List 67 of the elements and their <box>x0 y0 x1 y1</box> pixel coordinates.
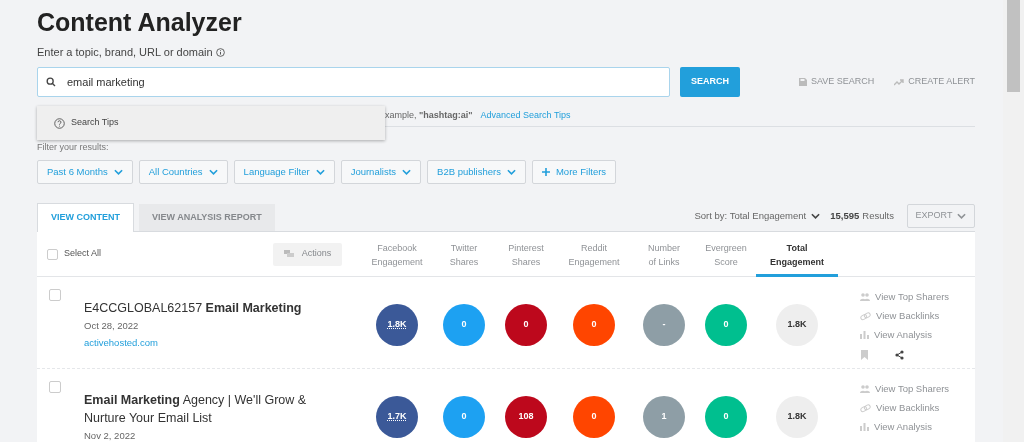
search-label: Enter a topic, brand, URL or domain <box>37 44 213 60</box>
row-checkbox[interactable] <box>49 381 61 393</box>
save-search-button[interactable]: SAVE SEARCH <box>799 75 875 89</box>
filter-dropdown[interactable]: Language Filter <box>233 160 335 184</box>
trend-arrow-icon <box>894 78 905 86</box>
scrollbar[interactable] <box>1003 0 1024 442</box>
column-header[interactable]: Facebook Engagement <box>362 232 432 277</box>
people-icon <box>860 385 870 393</box>
people-icon <box>860 293 870 301</box>
article-date: Nov 2, 2022 <box>84 429 137 442</box>
filter-dropdown[interactable]: All Countries <box>138 160 228 184</box>
row-action-link[interactable]: View Top Sharers <box>860 289 950 305</box>
column-header[interactable]: Twitter Shares <box>432 232 496 277</box>
results-count: 15,595 <box>830 208 860 223</box>
search-tips-item[interactable]: Search Tips <box>37 108 385 138</box>
filter-dropdown[interactable]: Past 6 Months <box>37 160 133 184</box>
chevron-down-icon <box>208 169 218 175</box>
page-title: Content Analyzer <box>37 7 243 37</box>
sort-dropdown[interactable]: Sort by: Total Engagement <box>694 208 821 223</box>
actions-button[interactable]: Actions <box>273 242 342 266</box>
chevron-down-icon <box>113 169 123 175</box>
chevron-down-icon <box>402 169 412 175</box>
article-title[interactable]: Email Marketing Agency | We'll Grow & Nurture Your Email List <box>84 391 314 427</box>
bookmark-icon[interactable] <box>861 350 868 360</box>
bar-chart-icon <box>860 331 869 339</box>
column-header[interactable]: Total Engagement <box>756 232 838 277</box>
tab[interactable]: VIEW CONTENT <box>37 203 134 232</box>
column-header[interactable]: Reddit Engagement <box>556 232 632 277</box>
select-all-checkbox[interactable]: Select All <box>47 247 102 261</box>
search-field[interactable]: email marketing <box>37 67 670 97</box>
create-alert-button[interactable]: CREATE ALERT <box>894 75 975 89</box>
more-filters-button[interactable]: More Filters <box>531 160 617 184</box>
link-icon <box>860 403 871 413</box>
filter-dropdown[interactable]: B2B publishers <box>427 160 526 184</box>
row-action-link[interactable]: View Analysis <box>860 327 950 343</box>
column-header[interactable]: Pinterest Shares <box>496 232 556 277</box>
chevron-down-icon <box>315 169 325 175</box>
article-date: Oct 28, 2022 <box>84 319 140 333</box>
help-icon <box>54 117 65 129</box>
row-action-link[interactable]: View Backlinks <box>860 308 950 324</box>
search-icon <box>46 77 56 87</box>
share-icon[interactable] <box>895 350 904 360</box>
search-hint: xample, "hashtag:ai" <box>385 109 473 122</box>
chevron-down-icon <box>506 169 516 175</box>
bar-chart-icon <box>860 423 869 431</box>
article-title[interactable]: E4CCGLOBAL62157 Email Marketing <box>84 299 314 317</box>
column-header[interactable]: Evergreen Score <box>696 232 756 277</box>
filter-label: Filter your results: <box>37 141 110 153</box>
info-icon[interactable] <box>215 47 225 57</box>
results-label: Results <box>862 208 894 223</box>
advanced-search-tips-link[interactable]: Advanced Search Tips <box>480 109 571 123</box>
article-domain[interactable]: activehosted.com <box>84 336 314 351</box>
scrollbar-thumb[interactable] <box>1007 0 1020 92</box>
tab[interactable]: VIEW ANALYSIS REPORT <box>139 204 275 231</box>
chevron-down-icon <box>811 212 821 219</box>
plus-icon <box>541 168 550 176</box>
row-action-link[interactable]: View Analysis <box>860 419 950 435</box>
chat-bubbles-icon <box>283 250 294 258</box>
export-button[interactable]: EXPORT <box>907 204 975 228</box>
filter-dropdown[interactable]: Journalists <box>340 160 422 184</box>
row-checkbox[interactable] <box>49 289 61 301</box>
chevron-down-icon <box>957 213 967 219</box>
row-action-link[interactable]: View Backlinks <box>860 400 950 416</box>
row-action-link[interactable]: View Top Sharers <box>860 381 950 397</box>
link-icon <box>860 311 871 321</box>
column-header[interactable]: Number of Links <box>632 232 696 277</box>
search-button[interactable]: SEARCH <box>680 67 740 97</box>
